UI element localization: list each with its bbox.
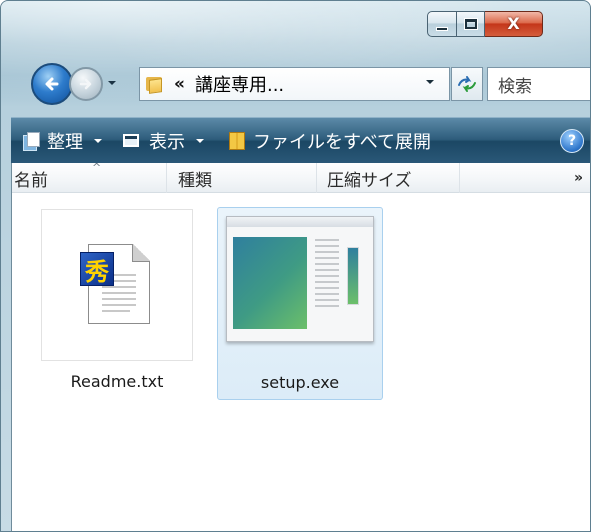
search-input[interactable]: 検索 [487,67,590,101]
more-columns-icon: » [573,170,583,186]
column-name-label: 名前 [14,170,48,191]
back-button[interactable] [31,63,73,105]
views-label: 表示 [149,131,185,153]
zip-folder-icon [229,131,245,150]
views-button[interactable]: 表示 [123,118,205,163]
file-list-pane: 名前 ^ 種類 圧縮サイズ » 秀 Readme.txt setup.exe [11,161,590,531]
editor-badge-icon: 秀 [80,252,114,286]
chevron-down-icon [108,81,116,85]
extract-all-button[interactable]: ファイルをすべて展開 [229,118,431,163]
organize-label: 整理 [47,131,83,153]
sort-ascending-icon: ^ [92,161,102,174]
file-item-setup[interactable]: setup.exe [217,207,383,400]
refresh-icon [458,76,476,92]
command-bar: 整理 表示 ファイルをすべて展開 ? [11,117,590,163]
folder-icon [146,75,164,94]
file-name: setup.exe [260,373,340,392]
back-arrow-icon [45,77,59,91]
more-columns-button[interactable]: » [460,163,590,193]
address-overflow-chevrons[interactable]: « [174,74,185,94]
file-item-readme[interactable]: 秀 Readme.txt [39,209,195,399]
close-icon: X [507,14,520,33]
explorer-window: X « 講座専用... 検索 整理 表示 ファイルをすべて展開 ? 名前 ^ 種… [0,0,591,532]
organize-button[interactable]: 整理 [23,118,103,163]
refresh-button[interactable] [451,67,483,101]
help-icon: ? [567,133,577,149]
column-header-compressed-size[interactable]: 圧縮サイズ [317,163,460,193]
search-placeholder: 検索 [498,76,532,97]
chevron-down-icon [196,138,204,143]
setup-application-icon [226,216,374,342]
address-dropdown-button[interactable] [425,77,435,90]
chevron-down-icon [94,138,102,143]
caption-buttons: X [427,11,543,39]
close-button[interactable]: X [485,11,543,37]
column-size-label: 圧縮サイズ [327,170,412,191]
maximize-icon [463,18,478,30]
address-bar[interactable]: « 講座専用... [139,67,450,101]
help-button[interactable]: ? [560,129,584,153]
minimize-button[interactable] [427,11,457,37]
address-path[interactable]: 講座専用... [195,71,284,97]
views-icon [123,134,139,147]
extract-all-label: ファイルをすべて展開 [253,131,432,153]
recent-pages-dropdown[interactable] [107,78,117,88]
minimize-icon [436,27,448,31]
column-header-type[interactable]: 種類 [167,163,317,193]
organize-icon [23,131,40,151]
file-thumbnail: 秀 [41,209,193,361]
forward-button[interactable] [69,67,103,101]
text-document-icon: 秀 [80,244,150,324]
chevron-down-icon [426,80,434,84]
column-header-name[interactable]: 名前 ^ [12,161,167,193]
column-type-label: 種類 [178,170,212,191]
forward-arrow-icon [79,78,92,90]
maximize-button[interactable] [457,11,485,37]
column-headers: 名前 ^ 種類 圧縮サイズ » [12,161,590,193]
file-name: Readme.txt [70,372,164,391]
